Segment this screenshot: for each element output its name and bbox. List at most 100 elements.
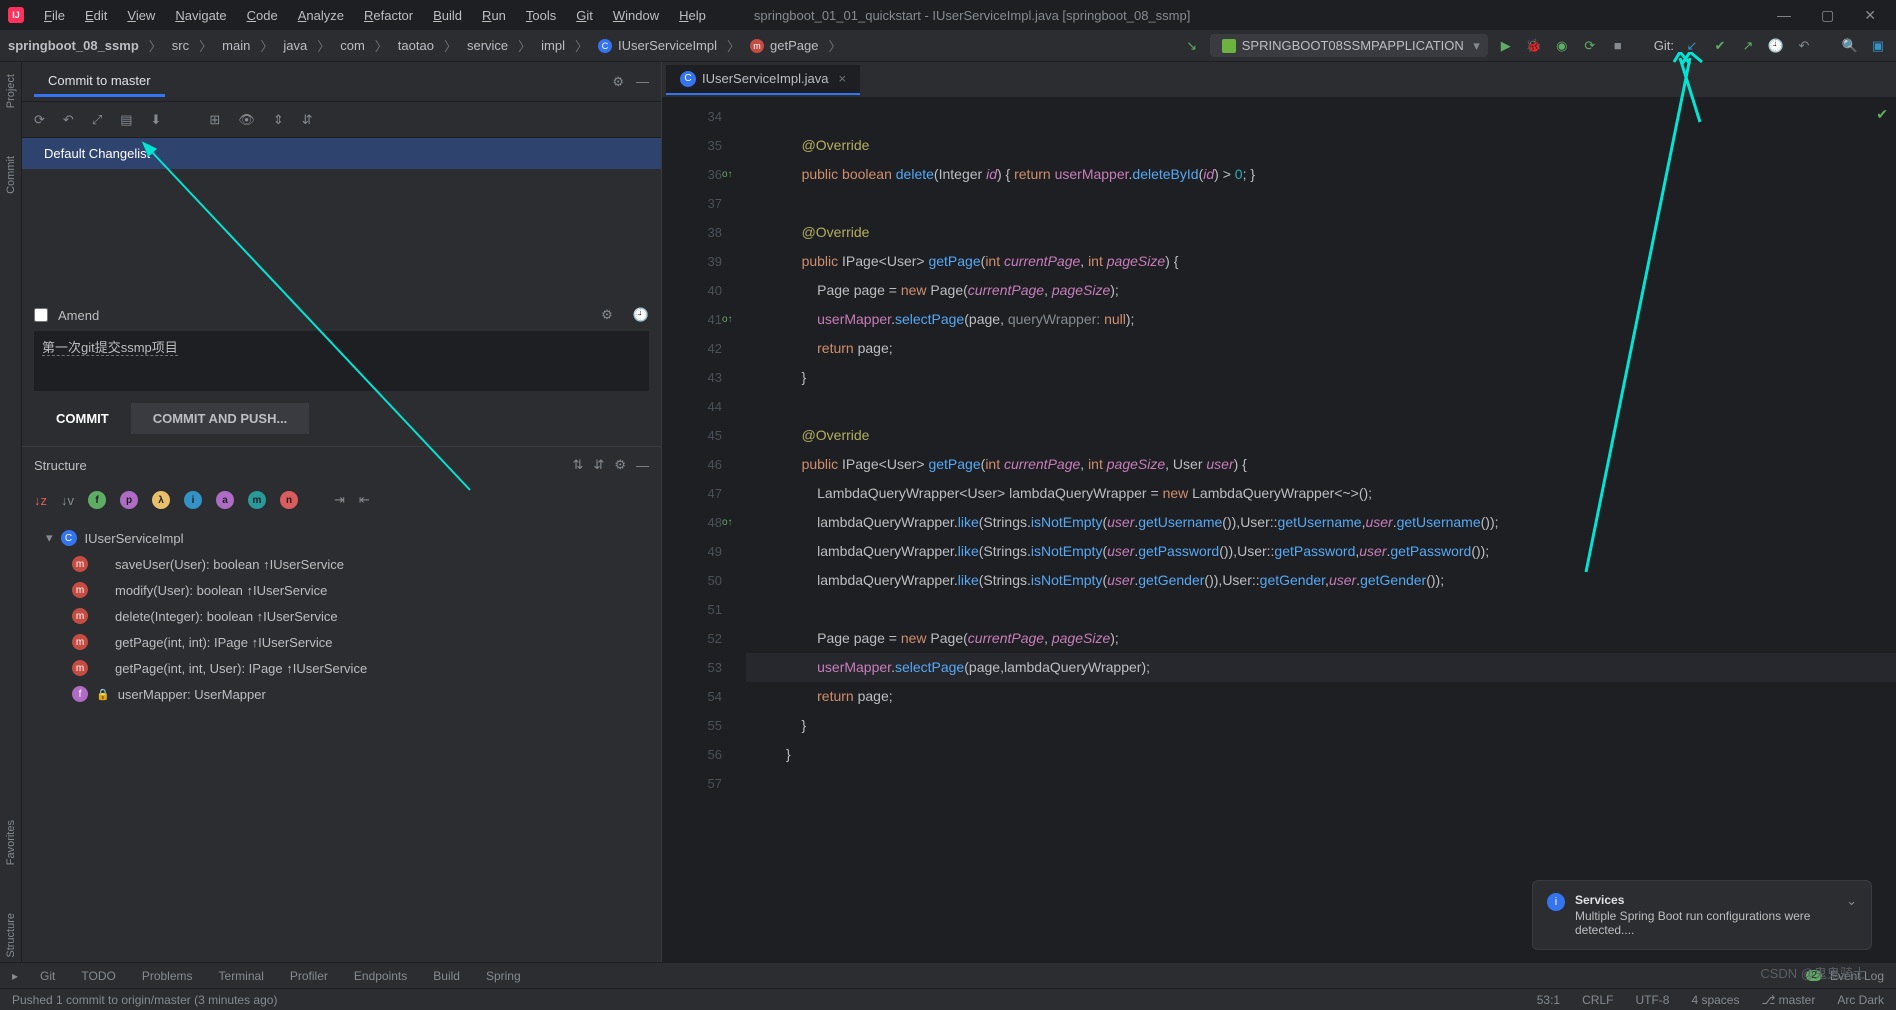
code-line[interactable]: } [746,740,1896,769]
code-line[interactable] [746,769,1896,798]
code-line[interactable] [746,392,1896,421]
gear-icon[interactable]: ⚙ [612,74,624,90]
autoscroll-src-icon[interactable]: ⇥ [334,492,345,508]
show-fields-icon[interactable]: f [88,491,106,509]
diff-icon[interactable]: ⤢ [92,112,102,128]
chevron-down-icon[interactable]: ⌄ [1846,893,1857,937]
crumb-IUserServiceImpl[interactable]: IUserServiceImpl [618,38,717,53]
collapse-icon[interactable]: ⇵ [302,112,313,128]
code-line[interactable]: @Override [746,421,1896,450]
crumb-getPage[interactable]: getPage [770,38,818,53]
status-item[interactable]: 4 spaces [1691,993,1739,1007]
commit-button[interactable]: COMMIT [34,403,131,434]
structure-item[interactable]: m delete(Integer): boolean ↑IUserService [22,603,661,629]
crumb-src[interactable]: src [172,38,189,53]
code-line[interactable]: return page; [746,334,1896,363]
show-anon-icon[interactable]: a [216,491,234,509]
commit-message-input[interactable]: 第一次git提交ssmp项目 [34,331,649,391]
tool-endpoints[interactable]: Endpoints [354,969,407,983]
structure-tool-button[interactable]: Structure [5,909,17,962]
default-changelist[interactable]: Default Changelist [22,138,661,169]
crumb-com[interactable]: com [340,38,365,53]
git-commit-icon[interactable]: ✔ [1710,36,1730,56]
project-tool-button[interactable]: Project [5,70,17,112]
tool-terminal[interactable]: Terminal [219,969,264,983]
code-line[interactable]: public IPage<User> getPage(int currentPa… [746,450,1896,479]
menu-analyze[interactable]: Analyze [290,4,352,27]
code-line[interactable]: Page page = new Page(currentPage, pageSi… [746,624,1896,653]
commit-tab[interactable]: Commit to master [34,67,165,97]
autoscroll-from-icon[interactable]: ⇤ [359,492,370,508]
debug-icon[interactable]: 🐞 [1524,36,1544,56]
crumb-main[interactable]: main [222,38,250,53]
crumb-springboot_08_ssmp[interactable]: springboot_08_ssmp [8,38,139,53]
crumb-service[interactable]: service [467,38,508,53]
breadcrumb[interactable]: springboot_08_ssmp〉src〉main〉java〉com〉tao… [8,36,847,55]
changelist-icon[interactable]: ⬇ [151,112,162,128]
commit-and-push-button[interactable]: COMMIT AND PUSH... [131,403,310,434]
crumb-java[interactable]: java [283,38,307,53]
profile-icon[interactable]: ⟳ [1580,36,1600,56]
view-icon[interactable]: 👁 [238,112,255,128]
code-line[interactable]: @Override [746,131,1896,160]
crumb-impl[interactable]: impl [541,38,565,53]
code-line[interactable]: lambdaQueryWrapper.like(Strings.isNotEmp… [746,566,1896,595]
hide-icon[interactable]: — [636,74,649,89]
status-item[interactable]: CRLF [1582,993,1613,1007]
structure-item[interactable]: m getPage(int, int, User): IPage ↑IUserS… [22,655,661,681]
structure-item[interactable]: m modify(User): boolean ↑IUserService [22,577,661,603]
menu-refactor[interactable]: Refactor [356,4,421,27]
crumb-taotao[interactable]: taotao [398,38,434,53]
hide-icon[interactable]: — [636,458,649,473]
structure-item[interactable]: m saveUser(User): boolean ↑IUserService [22,551,661,577]
show-nonpublic-icon[interactable]: n [280,491,298,509]
status-item[interactable]: UTF-8 [1635,993,1669,1007]
tool-git[interactable]: Git [40,969,55,983]
show-props-icon[interactable]: p [120,491,138,509]
sort-icon[interactable]: ⇅ [573,457,584,473]
code-line[interactable]: @Override [746,218,1896,247]
coverage-icon[interactable]: ◉ [1552,36,1572,56]
code-line[interactable]: userMapper.selectPage(page, queryWrapper… [746,305,1896,334]
menu-window[interactable]: Window [605,4,667,27]
code-line[interactable] [746,102,1896,131]
code-line[interactable]: } [746,711,1896,740]
menu-run[interactable]: Run [474,4,514,27]
show-methods-icon[interactable]: m [248,491,266,509]
code-line[interactable]: Page page = new Page(currentPage, pageSi… [746,276,1896,305]
code-line[interactable] [746,189,1896,218]
history-icon[interactable]: 🕘 [633,307,649,323]
menu-file[interactable]: File [36,4,73,27]
stop-icon[interactable]: ■ [1608,36,1628,56]
amend-checkbox[interactable] [34,308,48,322]
ide-settings-icon[interactable]: ▣ [1868,36,1888,56]
minimize-icon[interactable]: — [1777,7,1791,24]
show-inherited-icon[interactable]: i [184,491,202,509]
show-lambda-icon[interactable]: λ [152,491,170,509]
rollback-icon[interactable]: ↶ [63,112,74,128]
tool-build[interactable]: Build [433,969,460,983]
gear-icon[interactable]: ⚙ [601,307,613,323]
menu-edit[interactable]: Edit [77,4,115,27]
status-item[interactable]: Arc Dark [1837,993,1884,1007]
code-line[interactable]: return page; [746,682,1896,711]
file-tab[interactable]: C IUserServiceImpl.java × [666,65,860,95]
editor[interactable]: C IUserServiceImpl.java × ✔ 343536373839… [662,62,1896,962]
git-rollback-icon[interactable]: ↶ [1794,36,1814,56]
group-icon[interactable]: ⊞ [209,112,220,128]
close-icon[interactable]: ✕ [1864,7,1876,24]
favorites-tool-button[interactable]: Favorites [5,816,17,869]
status-item[interactable]: 53:1 [1537,993,1560,1007]
shelf-icon[interactable]: ▤ [120,112,132,128]
code-line[interactable]: public boolean delete(Integer id) { retu… [746,160,1896,189]
tool-todo[interactable]: TODO [81,969,115,983]
sort-visibility-icon[interactable]: ↓v [61,493,74,508]
run-icon[interactable]: ▶ [1496,36,1516,56]
menu-build[interactable]: Build [425,4,470,27]
code-line[interactable] [746,595,1896,624]
expand-icon[interactable]: ⇕ [273,112,284,128]
menu-navigate[interactable]: Navigate [167,4,234,27]
commit-tool-button[interactable]: Commit [5,152,17,198]
inspection-ok-icon[interactable]: ✔ [1876,106,1888,123]
menu-help[interactable]: Help [671,4,714,27]
